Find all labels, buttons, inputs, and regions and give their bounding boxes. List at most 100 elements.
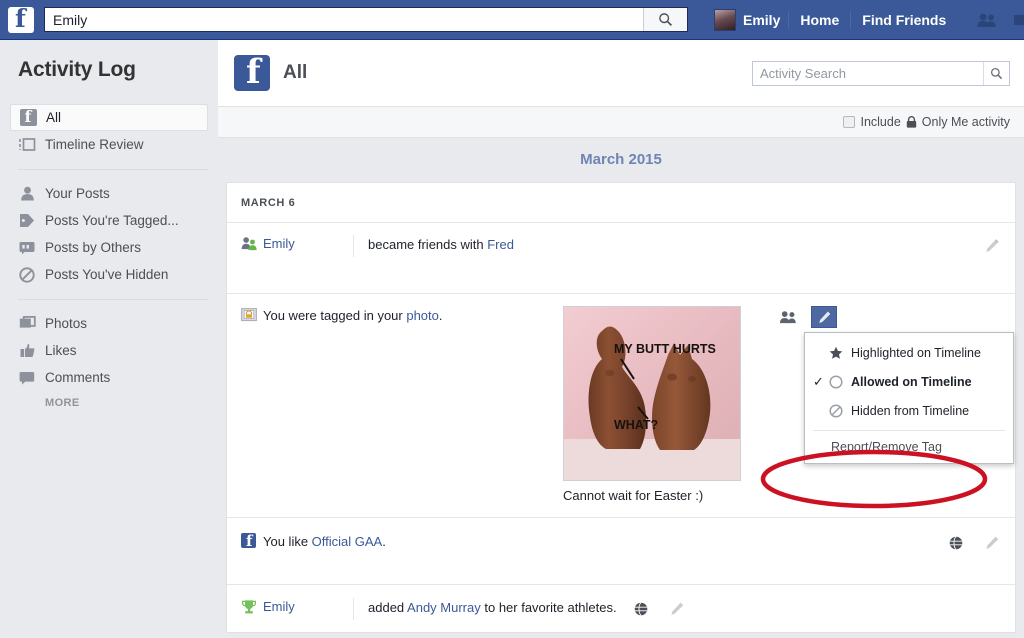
privacy-button[interactable] — [628, 598, 654, 620]
page-title: Activity Log — [18, 58, 136, 81]
row-actions — [943, 532, 1005, 554]
sidebar-item-label: Comments — [45, 370, 111, 385]
sidebar-group-posts: Your Posts Posts You're Tagged... Posts … — [0, 180, 218, 288]
dropdown-item-label: Allowed on Timeline — [851, 374, 972, 389]
dropdown-item-hidden[interactable]: Hidden from Timeline — [805, 396, 1013, 425]
edit-button[interactable] — [664, 598, 690, 620]
sidebar-item-your-posts[interactable]: Your Posts — [10, 180, 208, 207]
trophy-icon — [241, 598, 263, 620]
dropdown-item-highlighted[interactable]: Highlighted on Timeline — [805, 338, 1013, 367]
edit-button[interactable] — [979, 532, 1005, 554]
friends-tag-icon — [779, 311, 796, 324]
dropdown-item-allowed[interactable]: ✓ Allowed on Timeline — [805, 367, 1013, 396]
activity-log-header: All — [218, 40, 1024, 107]
sidebar-item-timeline-review[interactable]: Timeline Review — [10, 131, 208, 158]
sidebar-item-photos[interactable]: Photos — [10, 310, 208, 337]
row-link[interactable]: Andy Murray — [407, 600, 481, 615]
sidebar-item-posts-by-others[interactable]: Posts by Others — [10, 234, 208, 261]
sidebar-item-all[interactable]: All — [10, 104, 208, 131]
sidebar-item-likes[interactable]: Likes — [10, 337, 208, 364]
sidebar-more-link[interactable]: MORE — [10, 397, 208, 409]
tag-icon — [18, 212, 36, 230]
thumbs-up-icon — [18, 342, 36, 360]
left-sidebar: Activity Log All Timeline Review — [0, 40, 218, 638]
include-only-me-toggle[interactable]: Include Only Me activity — [843, 115, 1010, 129]
row-link[interactable]: photo — [406, 308, 439, 323]
friend-requests-icon — [977, 13, 996, 27]
row-actor-name[interactable]: Emily — [263, 235, 353, 257]
dropdown-item-label: Hidden from Timeline — [851, 403, 970, 418]
facebook-logo[interactable] — [8, 4, 34, 33]
row-link[interactable]: Official GAA — [312, 534, 383, 549]
row-text-before: became friends with — [368, 237, 488, 252]
edit-button[interactable] — [979, 235, 1005, 257]
nav-link-home[interactable]: Home — [789, 11, 850, 29]
friend-requests-button[interactable] — [971, 6, 1003, 34]
magnifier-icon — [990, 67, 1003, 79]
include-label-suffix: Only Me activity — [921, 115, 1010, 129]
month-header: March 2015 — [580, 151, 662, 168]
row-text-before: added — [368, 600, 408, 615]
sidebar-divider-1 — [18, 169, 208, 170]
svg-text:MY BUTT HURTS: MY BUTT HURTS — [614, 342, 716, 356]
facebook-square-icon — [19, 107, 37, 127]
sidebar-item-label: Photos — [45, 316, 88, 331]
comment-icon — [18, 369, 36, 387]
sidebar-item-comments[interactable]: Comments — [10, 364, 208, 391]
dropdown-item-report-remove-tag[interactable]: Report/Remove Tag — [805, 431, 1013, 463]
nav-profile-link[interactable]: Emily — [706, 5, 788, 35]
row-text-after: . — [382, 534, 386, 549]
sidebar-item-label: Likes — [45, 343, 77, 358]
pencil-icon — [986, 536, 999, 549]
activity-search-box[interactable] — [752, 60, 1010, 86]
include-only-me-checkbox[interactable] — [843, 116, 856, 128]
speech-bubble-icon — [18, 239, 36, 257]
row-text: became friends with Fred — [368, 235, 979, 257]
avatar — [714, 8, 736, 31]
facebook-square-blue-icon — [234, 52, 270, 92]
pencil-icon — [986, 239, 999, 252]
hidden-circle-icon — [829, 403, 851, 418]
row-divider — [353, 598, 354, 620]
messages-button[interactable] — [1005, 6, 1024, 34]
sidebar-item-label: Timeline Review — [45, 137, 144, 152]
row-actions — [628, 598, 690, 620]
attached-photo-block: MY BUTT HURTS WHAT? Cannot wait for East… — [563, 306, 775, 503]
nav-icon-group — [971, 6, 1024, 34]
activity-search-input[interactable] — [753, 61, 983, 85]
sidebar-group-primary: All Timeline Review — [0, 104, 218, 158]
sidebar-item-posts-tagged[interactable]: Posts You're Tagged... — [10, 207, 208, 234]
row-text-before: You were tagged in your — [263, 308, 407, 323]
sidebar-item-posts-hidden[interactable]: Posts You've Hidden — [10, 261, 208, 288]
sidebar-item-label: All — [46, 110, 62, 125]
top-nav-links: Emily Home Find Friends — [706, 5, 1024, 35]
chocolate-bunny-photo[interactable]: MY BUTT HURTS WHAT? — [563, 306, 741, 481]
day-header: MARCH 6 — [227, 183, 1015, 223]
sidebar-item-label: Your Posts — [45, 186, 110, 201]
row-actor-name[interactable]: Emily — [263, 598, 353, 620]
tagged-friends-button[interactable] — [775, 306, 801, 328]
table-row: Emily became friends with Fred — [227, 223, 1015, 294]
table-row: f You like Official GAA. — [227, 518, 1015, 585]
row-actions — [979, 235, 1005, 257]
person-icon — [18, 185, 36, 203]
search-submit-button[interactable] — [643, 8, 687, 31]
activity-search-button[interactable] — [983, 61, 1009, 85]
privacy-button[interactable] — [943, 532, 969, 554]
nav-link-find-friends[interactable]: Find Friends — [851, 11, 957, 29]
timeline-visibility-dropdown: Highlighted on Timeline ✓ Allowed on Tim… — [804, 332, 1014, 464]
sidebar-item-label: Posts by Others — [45, 240, 142, 255]
globe-icon — [949, 536, 963, 550]
sidebar-group-media: Photos Likes Comments MORE — [0, 310, 218, 409]
pencil-icon — [818, 311, 830, 323]
row-link[interactable]: Fred — [487, 237, 514, 252]
search-input[interactable] — [45, 8, 643, 31]
dropdown-item-label: Report/Remove Tag — [831, 440, 942, 454]
table-row: You were tagged in your photo. MY BUTT H… — [227, 294, 1015, 518]
activity-filter-bar: Include Only Me activity — [218, 107, 1024, 138]
photos-icon — [18, 315, 36, 333]
edit-button[interactable] — [811, 306, 837, 328]
activity-log-card: MARCH 6 Emily became friends with Fred Y… — [226, 182, 1016, 633]
nav-profile-name: Emily — [743, 11, 781, 28]
global-search-box[interactable] — [44, 7, 688, 32]
